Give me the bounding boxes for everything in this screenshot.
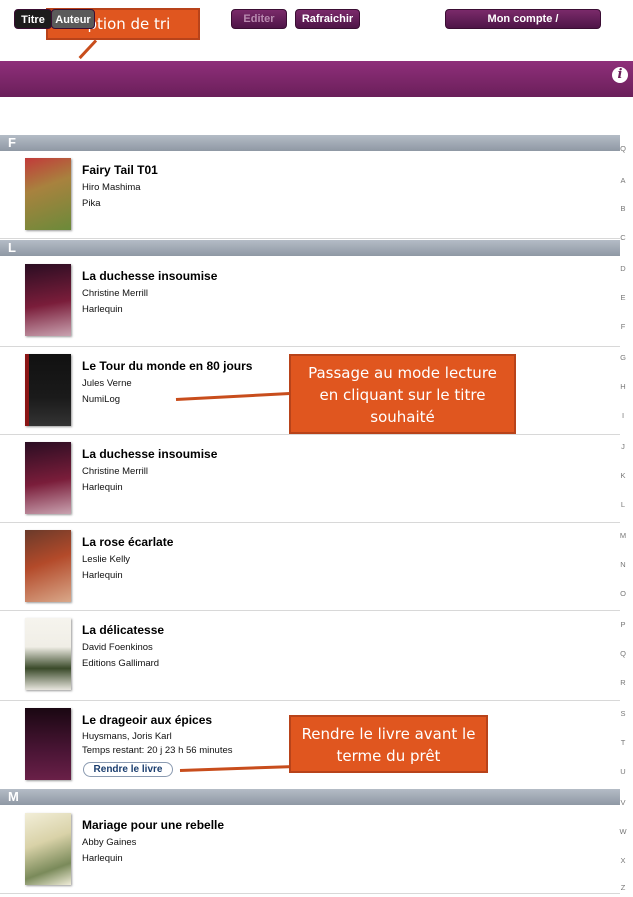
list-item[interactable]: La délicatesse David Foenkinos Editions … xyxy=(0,611,620,701)
index-letter[interactable]: Q xyxy=(616,144,630,153)
index-letter[interactable]: X xyxy=(616,856,630,865)
index-letter[interactable]: C xyxy=(616,233,630,242)
list-item[interactable]: La rose écarlate Leslie Kelly Harlequin xyxy=(0,523,620,611)
index-letter[interactable]: T xyxy=(616,738,630,747)
book-author: Jules Verne xyxy=(82,378,132,389)
book-cover xyxy=(25,354,71,426)
index-letter[interactable]: H xyxy=(616,382,630,391)
index-letter[interactable]: U xyxy=(616,767,630,776)
book-title[interactable]: Le drageoir aux épices xyxy=(82,713,212,727)
index-letter[interactable]: P xyxy=(616,620,630,629)
info-icon[interactable]: i xyxy=(612,67,628,83)
index-letter[interactable]: S xyxy=(616,709,630,718)
index-letter[interactable]: E xyxy=(616,293,630,302)
sort-by-title-button[interactable]: Titre xyxy=(14,9,52,29)
book-publisher: NumiLog xyxy=(82,394,121,405)
index-letter[interactable]: L xyxy=(616,500,630,509)
callout-return-book: Rendre le livre avant le terme du prêt xyxy=(289,715,488,773)
book-publisher: Pika xyxy=(82,198,101,209)
book-author: David Foenkinos xyxy=(82,642,153,653)
book-publisher: Harlequin xyxy=(82,304,123,315)
book-author: Huysmans, Joris Karl xyxy=(82,731,172,742)
index-letter[interactable]: N xyxy=(616,560,630,569)
index-letter[interactable]: J xyxy=(616,442,630,451)
loan-time-remaining: Temps restant: 20 j 23 h 56 minutes xyxy=(82,745,233,756)
edit-button[interactable]: Editer xyxy=(231,9,287,29)
book-cover xyxy=(25,264,71,336)
index-letter[interactable]: B xyxy=(616,204,630,213)
book-title[interactable]: La duchesse insoumise xyxy=(82,269,217,283)
book-title[interactable]: Fairy Tail T01 xyxy=(82,163,158,177)
sort-by-author-button[interactable]: Auteur xyxy=(51,9,95,29)
book-publisher: Harlequin xyxy=(82,482,123,493)
book-cover xyxy=(25,618,71,690)
index-letter[interactable]: R xyxy=(616,678,630,687)
book-cover xyxy=(25,530,71,602)
section-header-l: L xyxy=(0,240,620,256)
book-author: Leslie Kelly xyxy=(82,554,131,565)
book-title[interactable]: La duchesse insoumise xyxy=(82,447,217,461)
index-letter[interactable]: V xyxy=(616,798,630,807)
index-letter[interactable]: I xyxy=(616,411,630,420)
list-item[interactable]: La duchesse insoumise Christine Merrill … xyxy=(0,257,620,347)
book-author: Abby Gaines xyxy=(82,837,137,848)
book-title[interactable]: La rose écarlate xyxy=(82,535,173,549)
book-title[interactable]: La délicatesse xyxy=(82,623,164,637)
section-header-m: M xyxy=(0,789,620,805)
account-button[interactable]: Mon compte / NumilogEbooks xyxy=(445,9,601,43)
refresh-button[interactable]: Rafraichir xyxy=(295,9,360,29)
return-book-button[interactable]: Rendre le livre xyxy=(83,762,173,777)
callout-reading-mode: Passage au mode lecture en cliquant sur … xyxy=(289,354,516,434)
index-letter[interactable]: G xyxy=(616,353,630,362)
book-cover xyxy=(25,813,71,885)
index-letter[interactable]: W xyxy=(616,827,630,836)
index-letter[interactable]: O xyxy=(616,589,630,598)
book-author: Hiro Mashima xyxy=(82,182,141,193)
alphabet-index[interactable]: Q A B C D E F G H I J K L M N O P Q R S … xyxy=(612,140,633,897)
book-cover xyxy=(25,158,71,230)
book-title[interactable]: Le Tour du monde en 80 jours xyxy=(82,359,252,373)
book-publisher: Harlequin xyxy=(82,853,123,864)
top-toolbar xyxy=(0,61,633,97)
index-letter[interactable]: Q xyxy=(616,649,630,658)
list-item[interactable]: Fairy Tail T01 Hiro Mashima Pika xyxy=(0,151,620,239)
index-letter[interactable]: F xyxy=(616,322,630,331)
book-cover xyxy=(25,442,71,514)
book-publisher: Harlequin xyxy=(82,570,123,581)
book-author: Christine Merrill xyxy=(82,466,148,477)
book-title[interactable]: Mariage pour une rebelle xyxy=(82,818,224,832)
book-publisher: Editions Gallimard xyxy=(82,658,160,669)
index-letter[interactable]: M xyxy=(616,531,630,540)
callout-sort-connector xyxy=(78,39,98,60)
index-letter[interactable]: K xyxy=(616,471,630,480)
book-author: Christine Merrill xyxy=(82,288,148,299)
section-header-f: F xyxy=(0,135,620,151)
list-item[interactable]: La duchesse insoumise Christine Merrill … xyxy=(0,435,620,523)
index-letter[interactable]: D xyxy=(616,264,630,273)
index-letter[interactable]: Z xyxy=(616,883,630,892)
list-item[interactable]: Mariage pour une rebelle Abby Gaines Har… xyxy=(0,806,620,894)
index-letter[interactable]: A xyxy=(616,176,630,185)
book-cover xyxy=(25,708,71,780)
